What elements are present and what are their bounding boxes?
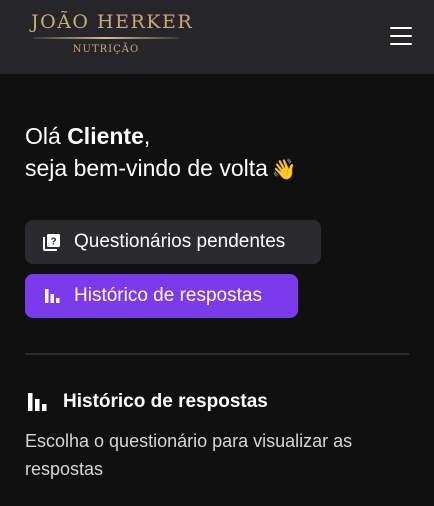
section-heading: Histórico de respostas: [25, 390, 268, 414]
section-description: Escolha o questionário para visualizar a…: [25, 431, 353, 479]
quiz-icon: ?: [42, 232, 62, 252]
greeting-line-1: Olá Cliente,: [25, 120, 297, 152]
hamburger-menu-icon[interactable]: [386, 22, 416, 50]
brand-name: JOÃO HERKER: [31, 11, 194, 33]
section-title: Histórico de respostas: [63, 391, 268, 412]
response-history-button[interactable]: Histórico de respostas: [25, 274, 298, 318]
svg-text:?: ?: [50, 237, 56, 248]
user-name: Cliente: [67, 123, 144, 149]
waving-hand-icon: 👋: [271, 159, 297, 181]
bar-chart-icon: [25, 390, 49, 414]
greeting-suffix: ,: [143, 123, 151, 149]
greeting-line-2: seja bem-vindo de volta 👋: [25, 152, 297, 186]
brand-subtitle: NUTRIÇÃO: [72, 44, 140, 55]
section-divider: [25, 353, 409, 355]
greeting-prefix: Olá: [25, 123, 68, 149]
brand-divider: [33, 37, 179, 39]
response-history-label: Histórico de respostas: [74, 285, 262, 306]
bar-chart-icon: [42, 286, 62, 306]
greeting: Olá Cliente, seja bem-vindo de volta 👋: [25, 120, 297, 186]
pending-questionnaires-label: Questionários pendentes: [74, 231, 286, 252]
greeting-welcome: seja bem-vindo de volta: [25, 155, 268, 181]
menu-line: [390, 35, 412, 37]
brand-logo[interactable]: JOÃO HERKER NUTRIÇÃO: [31, 10, 194, 62]
top-bar: JOÃO HERKER NUTRIÇÃO: [0, 0, 434, 74]
menu-line: [390, 27, 412, 29]
menu-line: [390, 43, 412, 45]
pending-questionnaires-button[interactable]: ? Questionários pendentes: [25, 220, 321, 264]
